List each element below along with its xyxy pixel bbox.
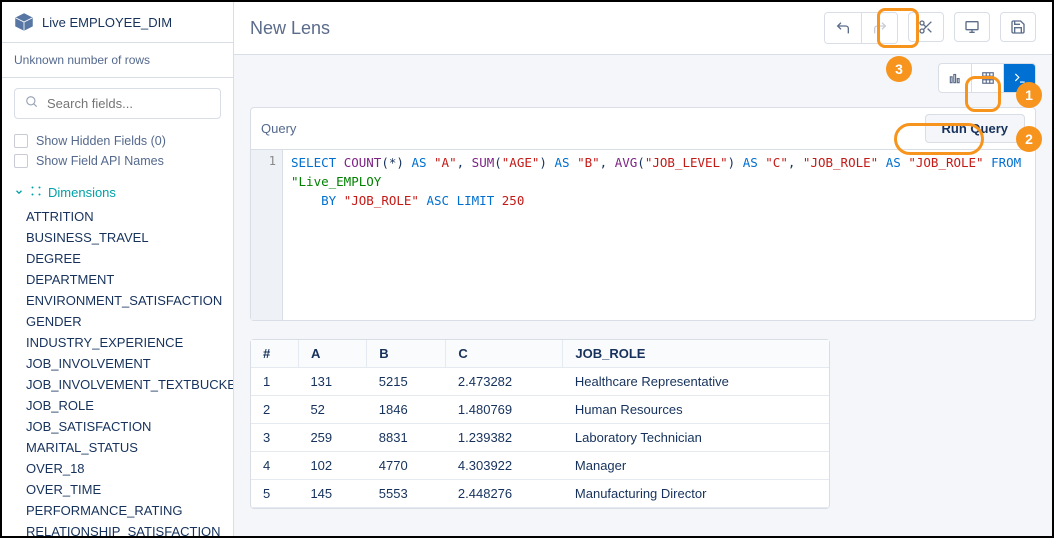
dimension-item[interactable]: MARITAL_STATUS <box>26 437 221 458</box>
dimensions-list: ATTRITIONBUSINESS_TRAVELDEGREEDEPARTMENT… <box>2 206 233 536</box>
table-row[interactable]: 113152152.473282Healthcare Representativ… <box>251 368 829 396</box>
show-hidden-fields-checkbox[interactable]: Show Hidden Fields (0) <box>14 131 221 151</box>
results-table-card: #ABCJOB_ROLE 113152152.473282Healthcare … <box>250 339 830 509</box>
dimension-item[interactable]: JOB_INVOLVEMENT_TEXTBUCKET <box>26 374 221 395</box>
view-mode-switch <box>938 63 1036 93</box>
search-field[interactable] <box>47 96 223 111</box>
run-query-button[interactable]: Run Query <box>925 114 1025 143</box>
search-icon <box>25 95 39 112</box>
search-input[interactable] <box>14 88 221 119</box>
page-title: New Lens <box>250 18 330 39</box>
dimension-item[interactable]: GENDER <box>26 311 221 332</box>
chevron-down-icon <box>14 185 24 200</box>
dimension-item[interactable]: JOB_INVOLVEMENT <box>26 353 221 374</box>
dimension-item[interactable]: INDUSTRY_EXPERIENCE <box>26 332 221 353</box>
column-header[interactable]: B <box>367 340 446 368</box>
query-label: Query <box>261 121 296 136</box>
dimension-item[interactable]: RELATIONSHIP_SATISFACTION <box>26 521 221 536</box>
dimension-item[interactable]: JOB_ROLE <box>26 395 221 416</box>
chart-view-button[interactable] <box>939 64 971 92</box>
column-header[interactable]: JOB_ROLE <box>563 340 829 368</box>
sidebar: Live EMPLOYEE_DIM Unknown number of rows… <box>2 2 234 536</box>
dimension-item[interactable]: ATTRITION <box>26 206 221 227</box>
column-header[interactable]: A <box>298 340 366 368</box>
sql-editor[interactable]: SELECT COUNT(*) AS "A", SUM("AGE") AS "B… <box>283 150 1035 320</box>
line-number: 1 <box>251 150 283 320</box>
dimension-item[interactable]: OVER_18 <box>26 458 221 479</box>
dataset-cube-icon <box>14 12 34 32</box>
clip-button[interactable] <box>908 12 944 42</box>
topbar: New Lens <box>234 2 1052 55</box>
dimensions-section-header[interactable]: Dimensions <box>2 179 233 206</box>
row-count: Unknown number of rows <box>2 43 233 78</box>
results-table: #ABCJOB_ROLE 113152152.473282Healthcare … <box>251 340 829 508</box>
dimension-item[interactable]: OVER_TIME <box>26 479 221 500</box>
undo-button[interactable] <box>825 13 861 43</box>
dimensions-icon <box>30 185 42 200</box>
query-view-button[interactable] <box>1003 64 1035 92</box>
table-row[interactable]: 410247704.303922Manager <box>251 452 829 480</box>
dimension-item[interactable]: DEGREE <box>26 248 221 269</box>
column-header[interactable]: C <box>446 340 563 368</box>
present-button[interactable] <box>954 12 990 42</box>
dimension-item[interactable]: PERFORMANCE_RATING <box>26 500 221 521</box>
dataset-name: Live EMPLOYEE_DIM <box>42 15 172 30</box>
query-panel: Query Run Query 1 SELECT COUNT(*) AS "A"… <box>250 107 1036 321</box>
dimension-item[interactable]: ENVIRONMENT_SATISFACTION <box>26 290 221 311</box>
save-button[interactable] <box>1000 12 1036 42</box>
column-header[interactable]: # <box>251 340 298 368</box>
table-row[interactable]: 514555532.448276Manufacturing Director <box>251 480 829 508</box>
redo-button[interactable] <box>861 13 897 43</box>
table-row[interactable]: 25218461.480769Human Resources <box>251 396 829 424</box>
dimension-item[interactable]: BUSINESS_TRAVEL <box>26 227 221 248</box>
dimension-item[interactable]: DEPARTMENT <box>26 269 221 290</box>
table-row[interactable]: 325988311.239382Laboratory Technician <box>251 424 829 452</box>
table-view-button[interactable] <box>971 64 1003 92</box>
show-field-api-names-checkbox[interactable]: Show Field API Names <box>14 151 221 171</box>
dimension-item[interactable]: JOB_SATISFACTION <box>26 416 221 437</box>
